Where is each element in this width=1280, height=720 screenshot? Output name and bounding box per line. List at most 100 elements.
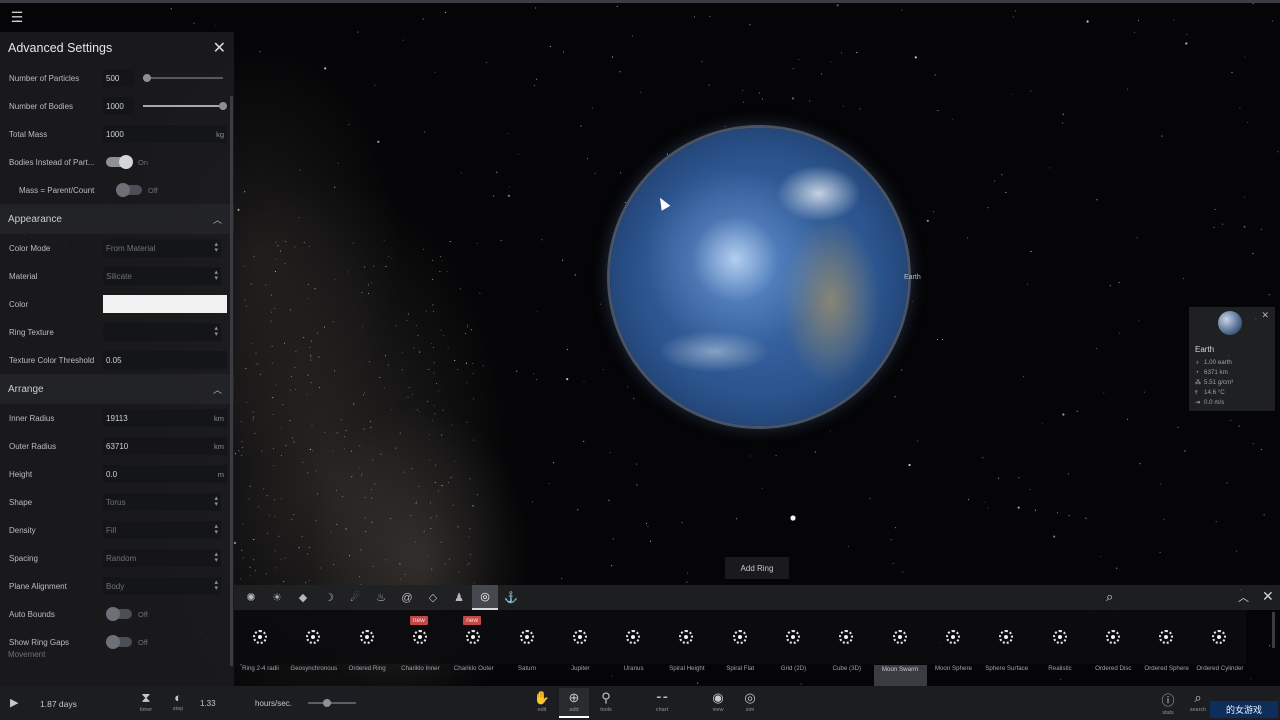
anchor-icon[interactable]: ⚓ [498,585,524,610]
preset-label: Spiral Height [669,665,705,672]
spiral-icon[interactable]: @ [394,585,420,610]
preset-label: Realistic [1048,665,1072,672]
section-movement[interactable]: Movement [8,650,45,659]
mass-parent-count-toggle[interactable] [116,183,142,197]
preset-label: Ordered Sphere [1144,665,1189,672]
tab-sim[interactable]: ◎ sim [738,690,762,713]
preset-item[interactable]: Grid (2D) [767,610,820,686]
asteroid-icon[interactable]: ◆ [290,585,316,610]
planet-label[interactable]: Earth [904,274,921,281]
preset-item[interactable]: Moon Sphere [927,610,980,686]
play-button[interactable]: ▶ [10,696,18,709]
inner-radius-input[interactable]: 19113 km [103,409,227,427]
section-arrange[interactable]: Arrange ︿ [0,374,234,404]
row-bodies-instead: Bodies Instead of Part... On [0,148,234,176]
cube-icon[interactable]: ◇ [420,585,446,610]
planet-earth[interactable] [610,128,908,426]
particles-slider-knob[interactable] [143,74,151,82]
add-ring-button[interactable]: Add Ring [725,557,789,579]
particles-input[interactable]: 500 [103,69,134,87]
preset-label: Ring 2-4 radii [242,665,279,672]
menu-button[interactable]: ☰ [6,8,28,26]
panel-scrollbar[interactable] [230,96,233,666]
new-badge: new [409,616,428,625]
sim-time: 1.87 days [40,699,77,709]
bottom-bar: ▶ 1.87 days ⧗ timer ◐ step 1.33 hours/sec.… [0,686,1280,720]
preset-item[interactable]: Uranus [607,610,660,686]
height-input[interactable]: 0.0 m [103,465,227,483]
bodies-instead-toggle[interactable] [106,155,133,169]
tab-tools[interactable]: ⚲ tools [594,690,618,713]
color-mode-select[interactable]: From Material ▴ ▾ [103,239,221,257]
preset-label: Sphere Surface [985,665,1029,672]
stats-button[interactable]: ⓘ stats [1156,690,1180,716]
preset-item[interactable]: Geosynchronous [287,610,340,686]
preset-item[interactable]: Cube (3D) [820,610,873,686]
comet-icon[interactable]: ☄ [342,585,368,610]
bodies-slider-knob[interactable] [219,102,227,110]
tab-view[interactable]: ◉ view [706,690,730,713]
row-material: Material Silicate ▴ ▾ [0,262,234,290]
row-total-mass: Total Mass 1000 kg [0,120,234,148]
total-mass-input[interactable]: 1000 kg [103,125,227,143]
close-panel-button[interactable]: ✕ [213,38,226,58]
preset-item[interactable]: Ring 2-4 radii [234,610,287,686]
star-icon[interactable]: ☀ [264,585,290,610]
person-icon[interactable]: ♟ [446,585,472,610]
material-select[interactable]: Silicate ▴ ▾ [103,267,221,285]
preset-item[interactable]: Sphere Surface [980,610,1033,686]
sim-caption: sim [745,707,755,713]
preset-item[interactable]: Moon Swarm [873,610,927,686]
search-icon[interactable]: ⌕ [1106,589,1113,605]
plane-alignment-select[interactable]: Body ▴ ▾ [103,577,221,595]
preset-item[interactable]: Ordered Ring [341,610,394,686]
preset-item[interactable]: new Chariklo Outer [447,610,500,686]
category-icons: ✺ ☀ ◆ ☽ ☄ ♨ @ ◇ ♟ ◎ ⚓ [238,585,524,610]
bodies-slider[interactable] [143,102,227,110]
preset-item[interactable]: Ordered Cylinder [1193,610,1246,686]
ring-preset-icon [732,630,747,644]
speed-slider-knob[interactable] [323,699,332,707]
timer-button[interactable]: ⧗ timer [134,690,158,713]
speed-slider[interactable] [308,699,356,707]
section-appearance[interactable]: Appearance ︿ [0,204,234,234]
moon-icon[interactable]: ☽ [316,585,342,610]
show-ring-gaps-toggle[interactable] [106,635,132,649]
shape-select[interactable]: Torus ▴ ▾ [103,493,221,511]
close-icon[interactable]: ✕ [1261,310,1269,321]
preset-item[interactable]: Saturn [501,610,554,686]
preset-item[interactable]: Jupiter [554,610,607,686]
preset-item[interactable]: Spiral Flat [714,610,767,686]
tab-edit[interactable]: ✋ edit [530,690,554,713]
density-select[interactable]: Fill ▴ ▾ [103,521,221,539]
auto-bounds-toggle[interactable] [106,607,132,621]
preset-item[interactable]: Ordered Disc [1087,610,1140,686]
particles-slider[interactable] [143,74,223,82]
close-icon[interactable]: ✕ [1262,588,1274,605]
preset-item[interactable]: Spiral Height [660,610,713,686]
chevron-up-icon[interactable]: ︿ [1238,589,1249,605]
preset-scrollbar[interactable] [1272,612,1275,648]
step-button[interactable]: ◐ step [166,690,190,712]
tab-add[interactable]: ⊕ add [559,688,589,718]
threshold-input[interactable]: 0.05 [103,351,227,369]
preset-label: Grid (2D) [780,665,807,672]
teapot-icon[interactable]: ♨ [368,585,394,610]
preset-label: Ordered Disc [1095,665,1132,672]
outer-radius-input[interactable]: 63710 km [103,437,227,455]
preset-item[interactable]: Realistic [1034,610,1087,686]
sparkle-icon[interactable]: ✺ [238,585,264,610]
search-button[interactable]: ⌕ search [1186,690,1210,713]
preset-item[interactable]: Ordered Sphere [1140,610,1193,686]
earth-sphere[interactable] [610,128,908,426]
ring-texture-select[interactable]: ▴ ▾ [103,323,221,341]
color-swatch[interactable] [103,295,227,313]
plane-alignment-value: Body [106,581,125,591]
tab-chart[interactable]: ⁃⁃ chart [650,690,674,713]
ring-icon[interactable]: ◎ [472,585,498,610]
density-value: Fill [106,525,117,535]
bodies-input[interactable]: 1000 [103,97,134,115]
spacing-select[interactable]: Random ▴ ▾ [103,549,221,567]
body-info-card[interactable]: ✕ Earth ♁ 1.00 earth ◔ 6371 km ⁂ 5.51 g/cm³… [1189,307,1275,411]
preset-item[interactable]: new Chariklo Inner [394,610,447,686]
